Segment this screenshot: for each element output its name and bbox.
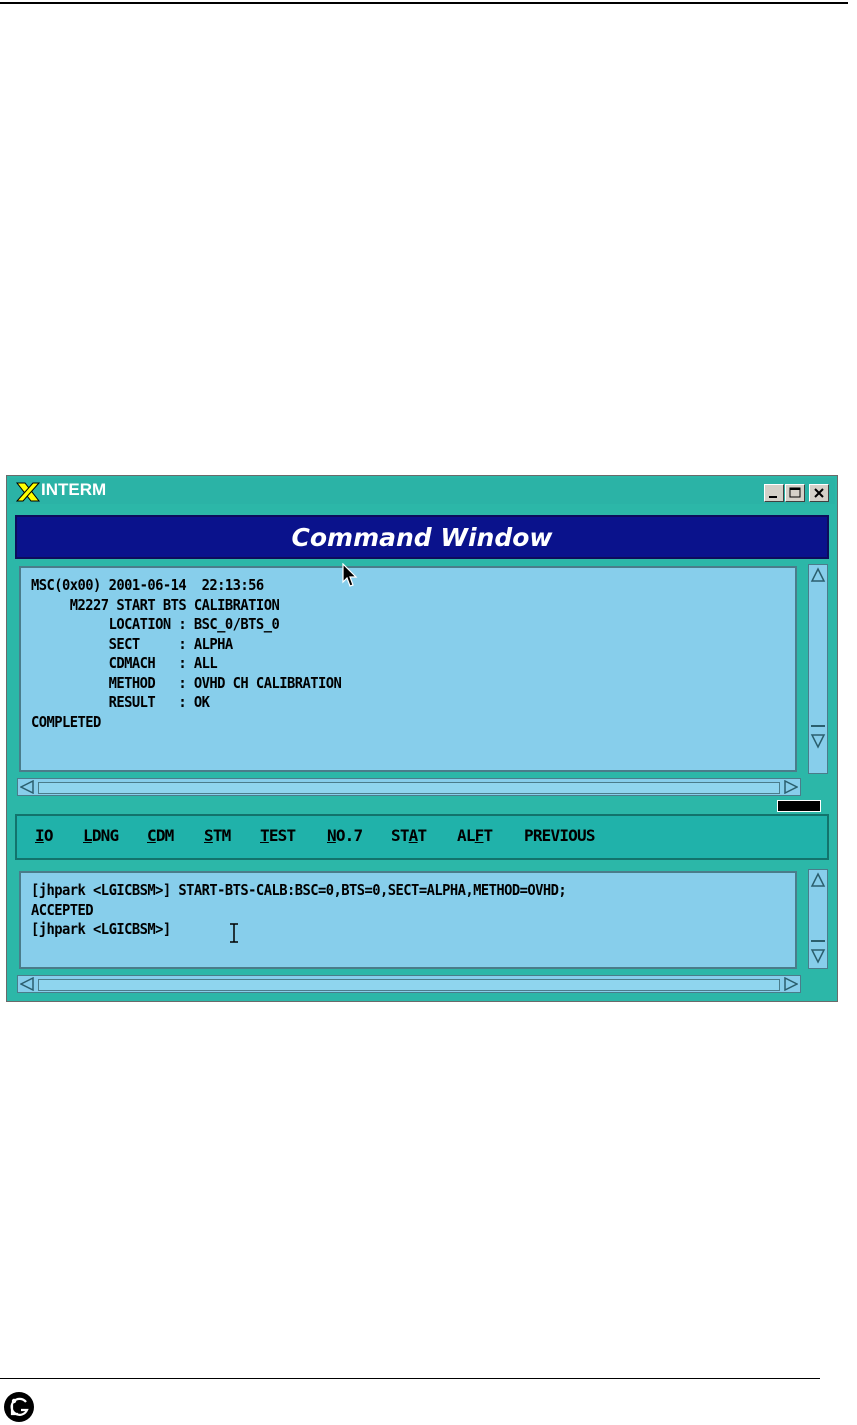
input-horizontal-scrollbar[interactable] xyxy=(17,975,801,993)
interm-window: INTERM Command Window MSC(0x00) 2001-06-… xyxy=(6,475,838,1002)
mouse-pointer-icon xyxy=(342,563,358,587)
scroll-up-icon[interactable] xyxy=(810,872,826,888)
maximize-icon xyxy=(789,487,801,498)
menu-item-cdm[interactable]: CDM xyxy=(147,826,174,845)
scroll-left-icon[interactable] xyxy=(20,780,34,794)
output-pane[interactable]: MSC(0x00) 2001-06-14 22:13:56 M2227 STAR… xyxy=(19,566,797,772)
output-line: RESULT : OK xyxy=(31,693,210,711)
banner-title: Command Window xyxy=(291,523,553,552)
input-pane[interactable]: [jhpark <LGICBSM>] START-BTS-CALB:BSC=0,… xyxy=(19,871,797,969)
menu-item-alft[interactable]: ALFT xyxy=(457,826,493,845)
close-icon xyxy=(814,488,824,498)
scroll-up-icon[interactable] xyxy=(810,567,826,583)
output-line: LOCATION : BSC_0/BTS_0 xyxy=(31,615,280,633)
output-line: CDMACH : ALL xyxy=(31,654,218,672)
scroll-thumb-marker xyxy=(811,940,825,942)
input-text: [jhpark <LGICBSM>] START-BTS-CALB:BSC=0,… xyxy=(31,881,567,940)
scroll-track[interactable] xyxy=(38,979,780,991)
menu-item-ldng[interactable]: LDNG xyxy=(83,826,119,845)
output-line: M2227 START BTS CALIBRATION xyxy=(31,595,280,614)
input-vertical-scrollbar[interactable] xyxy=(808,869,828,969)
scroll-down-icon[interactable] xyxy=(810,948,826,964)
minimize-icon xyxy=(769,496,777,498)
output-line: METHOD : OVHD CH CALIBRATION xyxy=(31,673,342,692)
command-menu-bar: IO LDNG CDM STM TEST NO.7 STAT ALFT PREVIOUS xyxy=(15,814,829,860)
input-line: [jhpark <LGICBSM>] START-BTS-CALB:BSC=0,… xyxy=(31,881,567,899)
command-window-banner: Command Window xyxy=(15,515,829,559)
page-top-rule xyxy=(0,2,848,4)
pane-splitter-handle[interactable] xyxy=(777,800,821,812)
menu-item-stat[interactable]: STAT xyxy=(391,826,427,845)
input-line: [jhpark <LGICBSM>] xyxy=(31,920,171,938)
output-line: COMPLETED xyxy=(31,712,101,731)
text-cursor-icon xyxy=(230,923,238,943)
window-title: INTERM xyxy=(41,480,107,499)
output-text: MSC(0x00) 2001-06-14 22:13:56 M2227 STAR… xyxy=(31,576,342,732)
x-window-icon xyxy=(15,482,41,502)
menu-item-stm[interactable]: STM xyxy=(204,826,231,845)
lg-logo-icon xyxy=(4,1392,34,1422)
page-bottom-rule xyxy=(0,1378,820,1379)
output-line: MSC(0x00) 2001-06-14 22:13:56 xyxy=(31,576,264,594)
output-vertical-scrollbar[interactable] xyxy=(808,564,828,774)
maximize-button[interactable] xyxy=(785,484,805,502)
output-line: SECT : ALPHA xyxy=(31,634,234,653)
scroll-right-icon[interactable] xyxy=(784,977,798,991)
menu-item-previous[interactable]: PREVIOUS xyxy=(524,826,595,845)
output-horizontal-scrollbar[interactable] xyxy=(17,778,801,796)
minimize-button[interactable] xyxy=(764,484,784,502)
menu-item-no7[interactable]: NO.7 xyxy=(327,826,363,845)
title-bar[interactable]: INTERM xyxy=(9,478,835,504)
scroll-left-icon[interactable] xyxy=(20,977,34,991)
scroll-right-icon[interactable] xyxy=(784,780,798,794)
scroll-down-icon[interactable] xyxy=(810,733,826,749)
menu-item-io[interactable]: IO xyxy=(35,826,53,845)
input-line: ACCEPTED xyxy=(31,900,94,919)
scroll-thumb-marker xyxy=(811,725,825,727)
menu-item-test[interactable]: TEST xyxy=(260,826,296,845)
scroll-track[interactable] xyxy=(38,782,780,794)
close-button[interactable] xyxy=(809,484,829,502)
